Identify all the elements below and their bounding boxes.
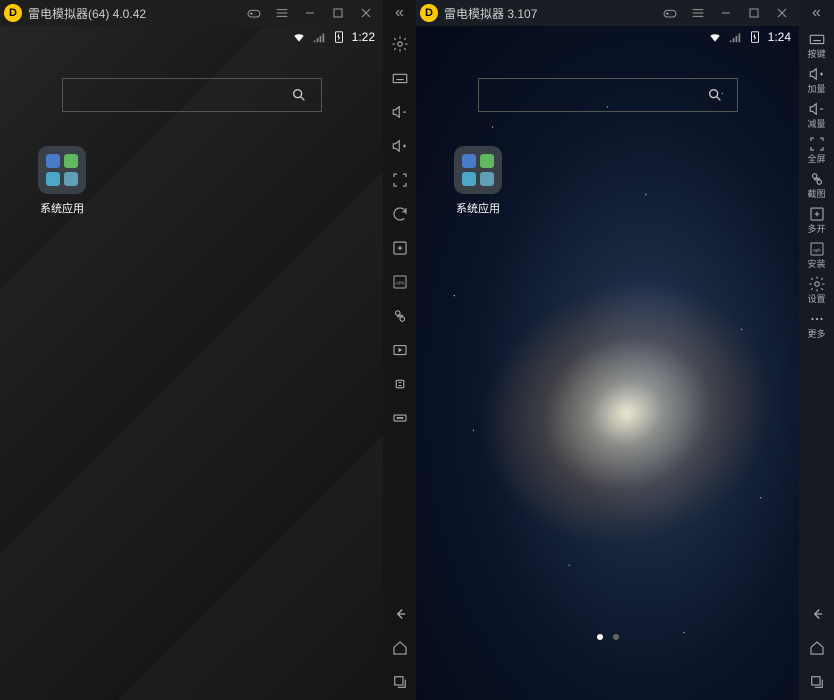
- add-icon[interactable]: [386, 234, 414, 262]
- emulator-main-right: D 雷电模拟器 3.107 1:24 系统应: [416, 0, 799, 700]
- status-time: 1:22: [352, 30, 375, 44]
- menu-icon[interactable]: [269, 0, 295, 26]
- page-dot: [613, 634, 619, 640]
- record-icon[interactable]: [386, 336, 414, 364]
- apk-install-icon[interactable]: apk安装: [803, 240, 831, 269]
- wifi-icon: [292, 30, 306, 44]
- minimize-button[interactable]: [297, 0, 323, 26]
- app-logo: D: [4, 4, 22, 22]
- collapse-sidebar-button[interactable]: «: [799, 0, 834, 26]
- maximize-button[interactable]: [325, 0, 351, 26]
- back-icon[interactable]: [386, 600, 414, 628]
- system-apps-folder[interactable]: 系统应用: [32, 146, 92, 216]
- window-title: 雷电模拟器(64) 4.0.42: [28, 5, 241, 22]
- svg-text:apk: apk: [813, 247, 821, 252]
- settings-icon[interactable]: 设置: [803, 275, 831, 304]
- screenshot-icon[interactable]: [386, 302, 414, 330]
- page-indicator: [597, 634, 619, 640]
- more-icon[interactable]: [386, 404, 414, 432]
- volume-up-icon[interactable]: [386, 132, 414, 160]
- battery-charging-icon: [332, 30, 346, 44]
- window-title: 雷电模拟器 3.107: [444, 5, 657, 22]
- gamepad-icon[interactable]: [241, 0, 267, 26]
- wallpaper-dark: [0, 26, 383, 700]
- signal-icon: [312, 30, 326, 44]
- android-status-bar: 1:22: [0, 26, 383, 48]
- search-icon: [707, 87, 723, 103]
- app-logo: D: [420, 4, 438, 22]
- emulator-right: D 雷电模拟器 3.107 1:24 系统应: [416, 0, 834, 700]
- title-bar-left: D 雷电模拟器(64) 4.0.42: [0, 0, 383, 26]
- sidebar-left: APK: [383, 26, 416, 700]
- volume-down-icon[interactable]: 减量: [803, 100, 831, 129]
- emulator-left: D 雷电模拟器(64) 4.0.42 1:22: [0, 0, 416, 700]
- apk-install-icon[interactable]: APK: [386, 268, 414, 296]
- volume-up-icon[interactable]: 加量: [803, 65, 831, 94]
- folder-label: 系统应用: [448, 200, 508, 216]
- keyboard-icon[interactable]: [386, 64, 414, 92]
- phone-screen-left[interactable]: 1:22 系统应用: [0, 26, 383, 700]
- settings-icon[interactable]: [386, 30, 414, 58]
- keyboard-icon[interactable]: 按键: [803, 30, 831, 59]
- screenshot-icon[interactable]: 截图: [803, 170, 831, 199]
- folder-label: 系统应用: [32, 200, 92, 216]
- wifi-icon: [708, 30, 722, 44]
- maximize-button[interactable]: [741, 0, 767, 26]
- fullscreen-icon[interactable]: 全屏: [803, 135, 831, 164]
- svg-text:APK: APK: [395, 280, 404, 285]
- more-icon[interactable]: 更多: [803, 310, 831, 339]
- close-button[interactable]: [769, 0, 795, 26]
- fullscreen-icon[interactable]: [386, 166, 414, 194]
- search-icon: [291, 87, 307, 103]
- wallpaper-galaxy: [416, 26, 799, 700]
- android-status-bar: 1:24: [416, 26, 799, 48]
- folder-icon: [454, 146, 502, 194]
- close-button[interactable]: [353, 0, 379, 26]
- minimize-button[interactable]: [713, 0, 739, 26]
- collapse-sidebar-button[interactable]: «: [383, 0, 416, 26]
- multi-instance-icon[interactable]: 多开: [803, 205, 831, 234]
- home-icon[interactable]: [386, 634, 414, 662]
- system-apps-folder[interactable]: 系统应用: [448, 146, 508, 216]
- menu-icon[interactable]: [685, 0, 711, 26]
- search-box[interactable]: [478, 78, 738, 112]
- status-time: 1:24: [768, 30, 791, 44]
- search-box[interactable]: [62, 78, 322, 112]
- page-dot-active: [597, 634, 603, 640]
- folder-icon: [38, 146, 86, 194]
- phone-screen-right[interactable]: 1:24 系统应用: [416, 26, 799, 700]
- home-icon[interactable]: [803, 634, 831, 662]
- title-bar-right: D 雷电模拟器 3.107: [416, 0, 799, 26]
- recent-icon[interactable]: [386, 668, 414, 696]
- volume-down-icon[interactable]: [386, 98, 414, 126]
- sidebar-right: 按键 加量 减量 全屏 截图 多开 apk安装 设置 更多: [799, 26, 834, 700]
- rotate-icon[interactable]: [386, 200, 414, 228]
- signal-icon: [728, 30, 742, 44]
- recent-icon[interactable]: [803, 668, 831, 696]
- back-icon[interactable]: [803, 600, 831, 628]
- shake-icon[interactable]: [386, 370, 414, 398]
- gamepad-icon[interactable]: [657, 0, 683, 26]
- emulator-main-left: D 雷电模拟器(64) 4.0.42 1:22: [0, 0, 383, 700]
- battery-charging-icon: [748, 30, 762, 44]
